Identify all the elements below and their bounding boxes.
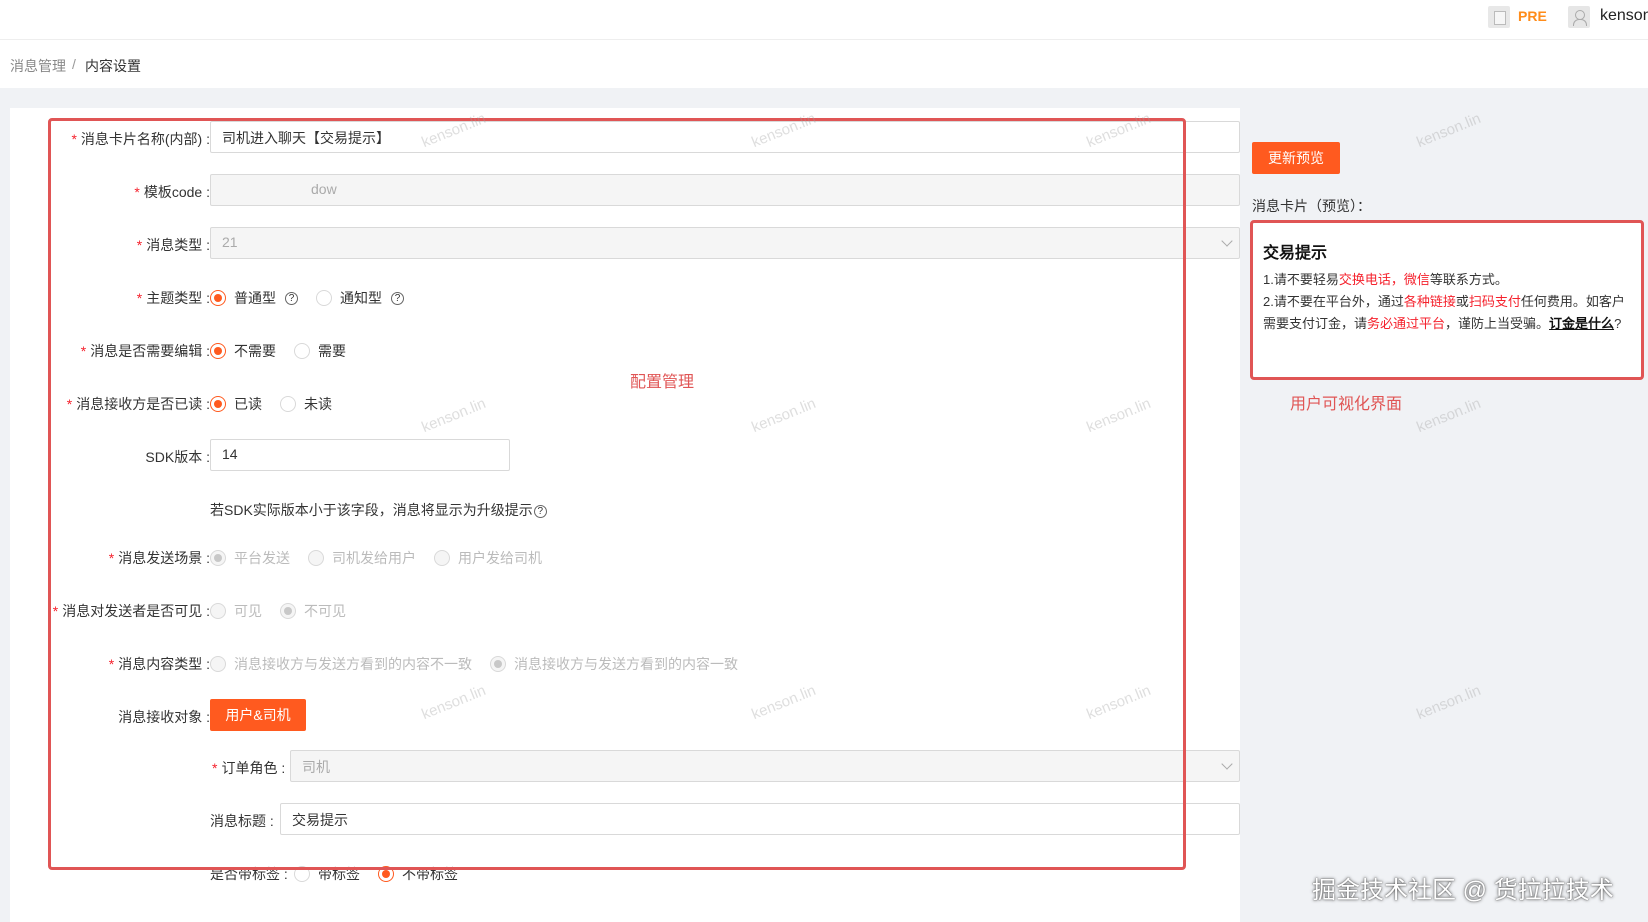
send-scene-label: 消息发送场景 : — [118, 550, 210, 566]
need-edit-radio-group: 不需要 需要 — [210, 341, 346, 361]
content-type-different-radio[interactable]: 消息接收方与发送方看到的内容不一致 — [210, 654, 472, 674]
send-scene-driver-radio[interactable]: 司机发给用户 — [308, 548, 416, 568]
theme-type-radio-group: 普通型? 通知型? — [210, 288, 404, 308]
config-management-note: 配置管理 — [630, 374, 695, 391]
receiver-target-button[interactable]: 用户&司机 — [210, 699, 306, 731]
form-row-message-type: * 消息类型 : 21 — [10, 227, 1240, 261]
sender-visible-radio-group: 可见 不可见 — [210, 601, 346, 621]
environment-icon[interactable] — [1488, 6, 1510, 28]
form-row-send-scene: * 消息发送场景 : 平台发送 司机发给用户 用户发给司机 — [108, 548, 542, 568]
message-type-select[interactable]: 21 — [210, 227, 1240, 259]
breadcrumb-content-settings: 内容设置 — [85, 58, 141, 74]
source-credit: 掘金技术社区 @ 货拉拉技术 — [1312, 877, 1614, 904]
help-icon[interactable]: ? — [285, 291, 298, 305]
form-row-receiver-read: * 消息接收方是否已读 : 已读 未读 — [66, 394, 332, 414]
message-type-label: 消息类型 : — [146, 237, 210, 253]
user-visual-interface-note: 用户可视化界面 — [1290, 396, 1403, 413]
breadcrumb: 消息管理 / 内容设置 — [0, 40, 1648, 88]
user-name[interactable]: kenson — [1600, 7, 1648, 25]
with-tag-label: 是否带标签 : — [210, 866, 288, 882]
card-body: 1.请不要轻易交换电话，微信等联系方式。 2.请不要在平台外，通过各种链接或扫码… — [1263, 269, 1631, 335]
receiver-read-radio-group: 已读 未读 — [210, 394, 332, 414]
sdk-version-label: SDK版本 : — [145, 449, 210, 465]
radio-checked-icon — [210, 290, 226, 306]
content-type-same-radio[interactable]: 消息接收方与发送方看到的内容一致 — [490, 654, 738, 674]
receiver-read-yes-radio[interactable]: 已读 — [210, 394, 262, 414]
content-type-radio-group: 消息接收方与发送方看到的内容不一致 消息接收方与发送方看到的内容一致 — [210, 654, 738, 674]
form-row-receiver-target: 消息接收对象 : 用户&司机 — [10, 699, 1240, 733]
message-card-preview: 交易提示 1.请不要轻易交换电话，微信等联系方式。 2.请不要在平台外，通过各种… — [1250, 220, 1644, 380]
form-row-order-role: * 订单角色 : 司机 — [10, 750, 1240, 784]
with-tag-radio-group: 带标签 不带标签 — [294, 864, 458, 884]
form-row-template-code: * 模板code : dow — [10, 174, 1240, 208]
chevron-down-icon — [1221, 758, 1233, 770]
card-title: 交易提示 — [1263, 245, 1328, 262]
theme-type-notice-radio[interactable]: 通知型? — [316, 288, 404, 308]
send-scene-user-radio[interactable]: 用户发给司机 — [434, 548, 542, 568]
receiver-read-label: 消息接收方是否已读 : — [76, 396, 210, 412]
with-tag-yes-radio[interactable]: 带标签 — [294, 864, 360, 884]
with-tag-no-radio[interactable]: 不带标签 — [378, 864, 458, 884]
theme-type-label: 主题类型 : — [146, 290, 210, 306]
help-icon[interactable]: ? — [533, 504, 547, 518]
order-role-select[interactable]: 司机 — [290, 750, 1240, 782]
form-row-sender-visible: * 消息对发送者是否可见 : 可见 不可见 — [52, 601, 346, 621]
order-role-label: 订单角色 : — [221, 760, 286, 776]
form-row-message-title: 消息标题 : 交易提示 — [10, 803, 1240, 837]
preview-title: 消息卡片（预览）： — [1252, 198, 1371, 214]
theme-type-normal-radio[interactable]: 普通型? — [210, 288, 298, 308]
template-code-input[interactable]: dow — [210, 174, 1240, 206]
deposit-help-link[interactable]: 订金是什么 — [1549, 316, 1614, 331]
chevron-down-icon — [1221, 235, 1233, 247]
breadcrumb-message-management[interactable]: 消息管理 — [10, 56, 66, 76]
breadcrumb-separator: / — [72, 56, 76, 72]
content-type-label: 消息内容类型 : — [118, 656, 210, 672]
card-name-label: 消息卡片名称(内部) : — [80, 131, 210, 147]
message-title-label: 消息标题 : — [210, 813, 274, 829]
need-edit-yes-radio[interactable]: 需要 — [294, 341, 346, 361]
top-bar: PRE kenson — [0, 0, 1648, 40]
sender-visible-yes-radio[interactable]: 可见 — [210, 601, 262, 621]
message-title-input[interactable]: 交易提示 — [280, 803, 1240, 835]
message-type-value: 21 — [222, 234, 238, 250]
form-row-content-type: * 消息内容类型 : 消息接收方与发送方看到的内容不一致 消息接收方与发送方看到的… — [108, 654, 738, 674]
receiver-target-label: 消息接收对象 : — [118, 709, 210, 725]
update-preview-button[interactable]: 更新预览 — [1252, 142, 1340, 174]
help-icon[interactable]: ? — [391, 291, 404, 305]
form-row-need-edit: * 消息是否需要编辑 : 不需要 需要 — [80, 341, 346, 361]
user-avatar-icon[interactable] — [1568, 6, 1590, 28]
order-role-value: 司机 — [302, 759, 330, 775]
template-code-label: 模板code : — [143, 184, 210, 200]
form-row-card-name: * 消息卡片名称(内部) : 司机进入聊天【交易提示】 — [10, 121, 1240, 155]
sender-visible-no-radio[interactable]: 不可见 — [280, 601, 346, 621]
need-edit-no-radio[interactable]: 不需要 — [210, 341, 276, 361]
form-row-with-tag: 是否带标签 : 带标签 不带标签 — [10, 856, 1240, 890]
need-edit-label: 消息是否需要编辑 : — [90, 343, 210, 359]
card-line-2: 2.请不要在平台外，通过各种链接或扫码支付任何费用。如客户需要支付订金，请务必通… — [1263, 294, 1625, 331]
sdk-version-hint: 若SDK实际版本小于该字段，消息将显示为升级提示? — [210, 500, 547, 520]
form-row-theme-type: * 主题类型 : 普通型? 通知型? — [10, 280, 1240, 314]
card-line-1: 1.请不要轻易交换电话，微信等联系方式。 — [1263, 272, 1508, 287]
send-scene-radio-group: 平台发送 司机发给用户 用户发给司机 — [210, 548, 542, 568]
receiver-read-no-radio[interactable]: 未读 — [280, 394, 332, 414]
config-form: * 消息卡片名称(内部) : 司机进入聊天【交易提示】 * 模板code : dow… — [10, 108, 1240, 922]
send-scene-platform-radio[interactable]: 平台发送 — [210, 548, 290, 568]
form-row-sdk-version: SDK版本 : 14 — [10, 439, 1240, 473]
card-name-input[interactable]: 司机进入聊天【交易提示】 — [210, 121, 1240, 153]
sdk-version-input[interactable]: 14 — [210, 439, 510, 471]
radio-unchecked-icon — [316, 290, 332, 306]
environment-label[interactable]: PRE — [1518, 8, 1547, 24]
sender-visible-label: 消息对发送者是否可见 : — [62, 603, 210, 619]
